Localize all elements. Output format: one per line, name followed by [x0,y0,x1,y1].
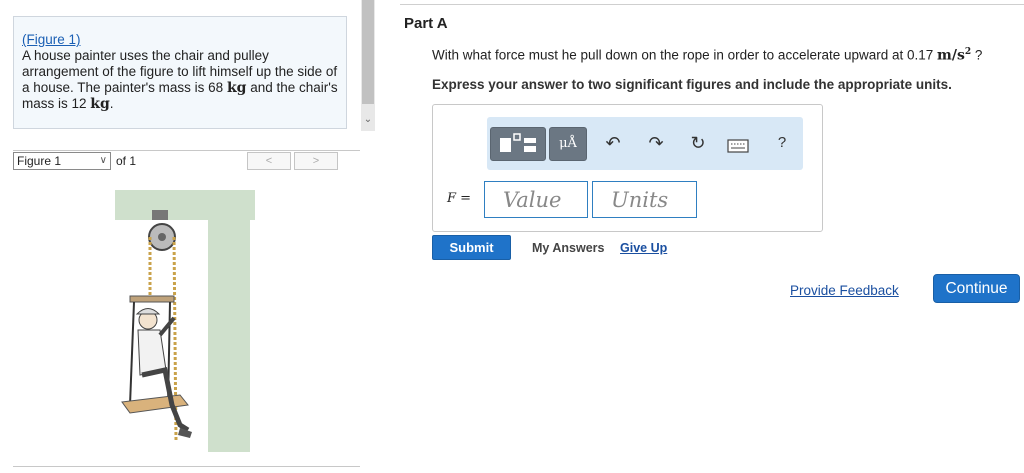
help-icon[interactable]: ? [771,132,793,154]
question-text: With what force must he pull down on the… [432,47,982,64]
pulley-hub [158,233,166,241]
previous-figure-button[interactable]: < [247,152,291,170]
units-input[interactable] [592,181,697,218]
give-up-link[interactable]: Give Up [620,241,667,255]
top-divider [400,4,1024,5]
question-suffix: ? [971,47,983,63]
scrollbar-thumb[interactable] [362,0,374,104]
painter-arm [158,316,176,337]
value-input[interactable] [484,181,588,218]
answer-instruction: Express your answer to two significant f… [432,77,952,92]
question-prefix: With what force must he pull down on the… [432,47,938,63]
undo-icon[interactable]: ↶ [602,132,624,154]
chair-left-support [129,301,135,406]
chair-top-bar [129,295,175,303]
keyboard-icon[interactable] [727,136,749,158]
chevron-down-icon: ∨ [99,155,107,166]
my-answers-label: My Answers [532,241,605,255]
units-button[interactable]: μÅ [549,127,587,161]
next-figure-button[interactable]: > [294,152,338,170]
painter-pulley-figure [115,190,255,452]
problem-statement: (Figure 1) A house painter uses the chai… [22,32,340,112]
chair-seat [121,394,189,414]
question-unit: m/s [937,47,965,64]
provide-feedback-link[interactable]: Provide Feedback [790,283,899,298]
templates-button[interactable] [490,127,546,161]
part-title: Part A [404,15,448,32]
submit-button[interactable]: Submit [432,235,511,260]
problem-unit-2: kg [90,96,110,112]
force-variable-label: F = [447,191,472,206]
figure-select[interactable]: Figure 1 ∨ [13,152,111,170]
wall-side [208,190,250,452]
painter-cap [135,308,161,315]
redo-icon[interactable]: ↷ [645,132,667,154]
figure-link[interactable]: (Figure 1) [22,32,81,47]
continue-button[interactable]: Continue [933,274,1020,303]
pulley-mount [152,210,168,220]
figure-select-value: Figure 1 [17,154,62,168]
reset-icon[interactable]: ↻ [687,132,709,154]
scroll-down-arrow-icon[interactable]: ⌄ [361,112,375,128]
problem-text-3: . [109,96,114,111]
problem-unit-1: kg [226,80,247,96]
figure-count: of 1 [116,154,137,168]
figure-divider [13,466,360,467]
templates-icon [500,133,536,152]
keyboard-graphic [727,139,749,153]
